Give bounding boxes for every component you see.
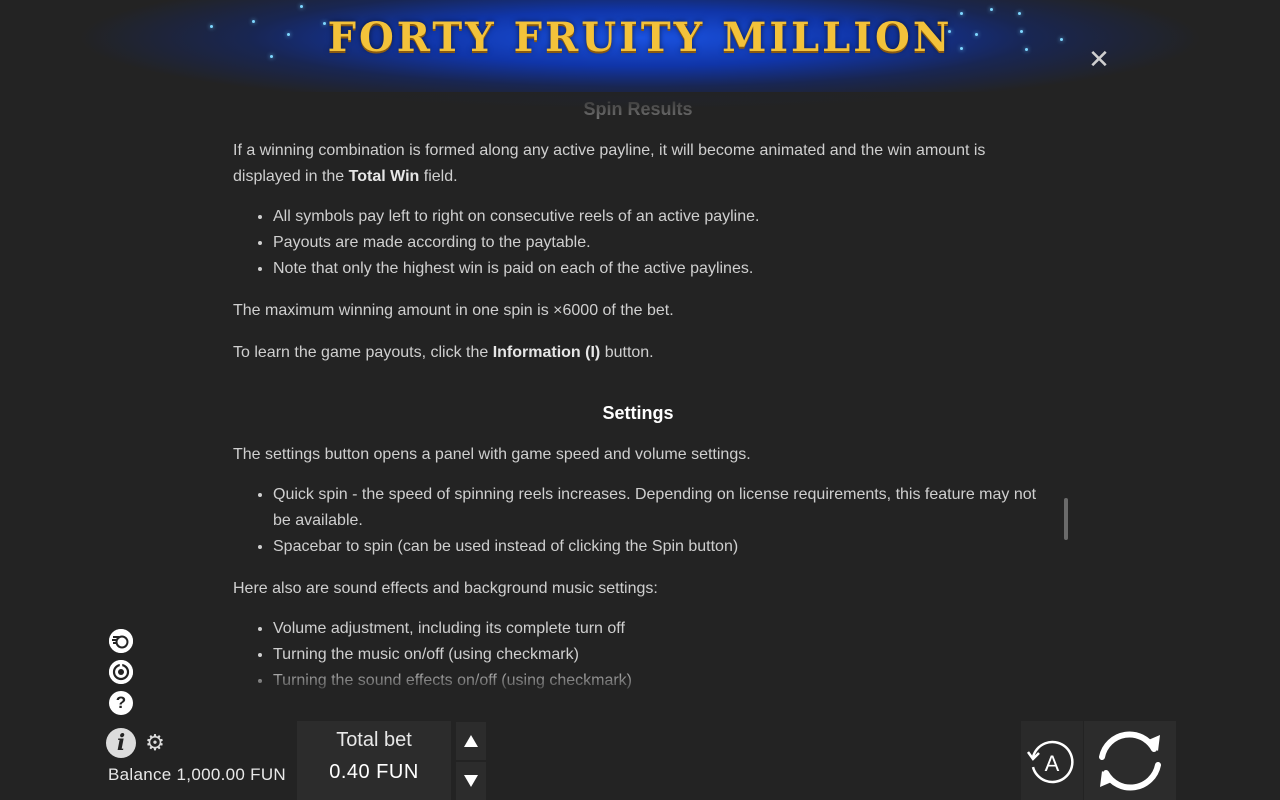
list-item: Note that only the highest win is paid o… [273,256,1043,282]
sound-glyph [109,660,133,684]
max-win-paragraph: The maximum winning amount in one spin i… [233,302,674,319]
autoplay-letter: A [1045,751,1060,776]
information-term: Information (I) [492,344,601,361]
settings-intro-paragraph: The settings button opens a panel with g… [233,446,751,463]
list-item: Quick spin - the speed of spinning reels… [273,482,1043,534]
list-item: All symbols pay left to right on consecu… [273,204,1043,230]
settings-list: Quick spin - the speed of spinning reels… [233,482,1043,560]
autoplay-button[interactable]: A [1021,721,1083,800]
spin-intro-text: If a winning combination is formed along… [233,142,986,185]
payouts-paragraph: To learn the game payouts, click the Inf… [233,340,1043,366]
sound-list: Volume adjustment, including its complet… [233,616,1043,694]
help-icon[interactable]: ? [109,691,133,715]
list-item: Spacebar to spin (can be used instead of… [273,534,1043,560]
total-bet-panel: Total bet 0.40 FUN [297,721,451,800]
quick-spin-glyph [109,629,133,653]
list-item: Turning the music on/off (using checkmar… [273,642,1043,668]
scrollbar-thumb[interactable] [1064,498,1068,540]
gear-icon[interactable]: ⚙ [143,731,167,755]
section-title-spin-results: Spin Results [583,99,693,119]
total-bet-label: Total bet [336,729,412,751]
sound-icon[interactable] [109,660,133,684]
balance-display: Balance 1,000.00 FUN [108,765,286,784]
spin-icon [1099,731,1161,791]
quick-spin-icon[interactable] [109,629,133,653]
sparkle [990,8,993,11]
section-title-settings: Settings [602,403,674,423]
bet-increase-button[interactable] [456,722,486,760]
info-icon[interactable]: i [106,728,136,758]
sparkle [300,5,303,8]
spin-intro-paragraph: If a winning combination is formed along… [233,138,1043,190]
list-item: Payouts are made according to the paytab… [273,230,1043,256]
total-bet-value: 0.40 FUN [329,761,419,783]
bet-decrease-button[interactable] [456,762,486,800]
spin-button[interactable] [1084,721,1176,800]
payouts-tail: button. [600,344,654,361]
spin-rules-list: All symbols pay left to right on consecu… [233,204,1043,282]
sound-intro-paragraph: Here also are sound effects and backgrou… [233,580,658,597]
arrow-down-icon [464,775,478,787]
arrow-up-icon [464,735,478,747]
spin-intro-tail: field. [419,168,458,185]
total-win-term: Total Win [348,168,420,185]
rules-content[interactable]: Spin Results If a winning combination is… [233,92,1043,697]
list-item: Turning the sound effects on/off (using … [273,668,1043,694]
close-button[interactable]: ✕ [1086,46,1112,72]
autoplay-icon: A [1026,740,1074,784]
payouts-text: To learn the game payouts, click the [233,344,493,361]
list-item: Volume adjustment, including its complet… [273,616,1043,642]
